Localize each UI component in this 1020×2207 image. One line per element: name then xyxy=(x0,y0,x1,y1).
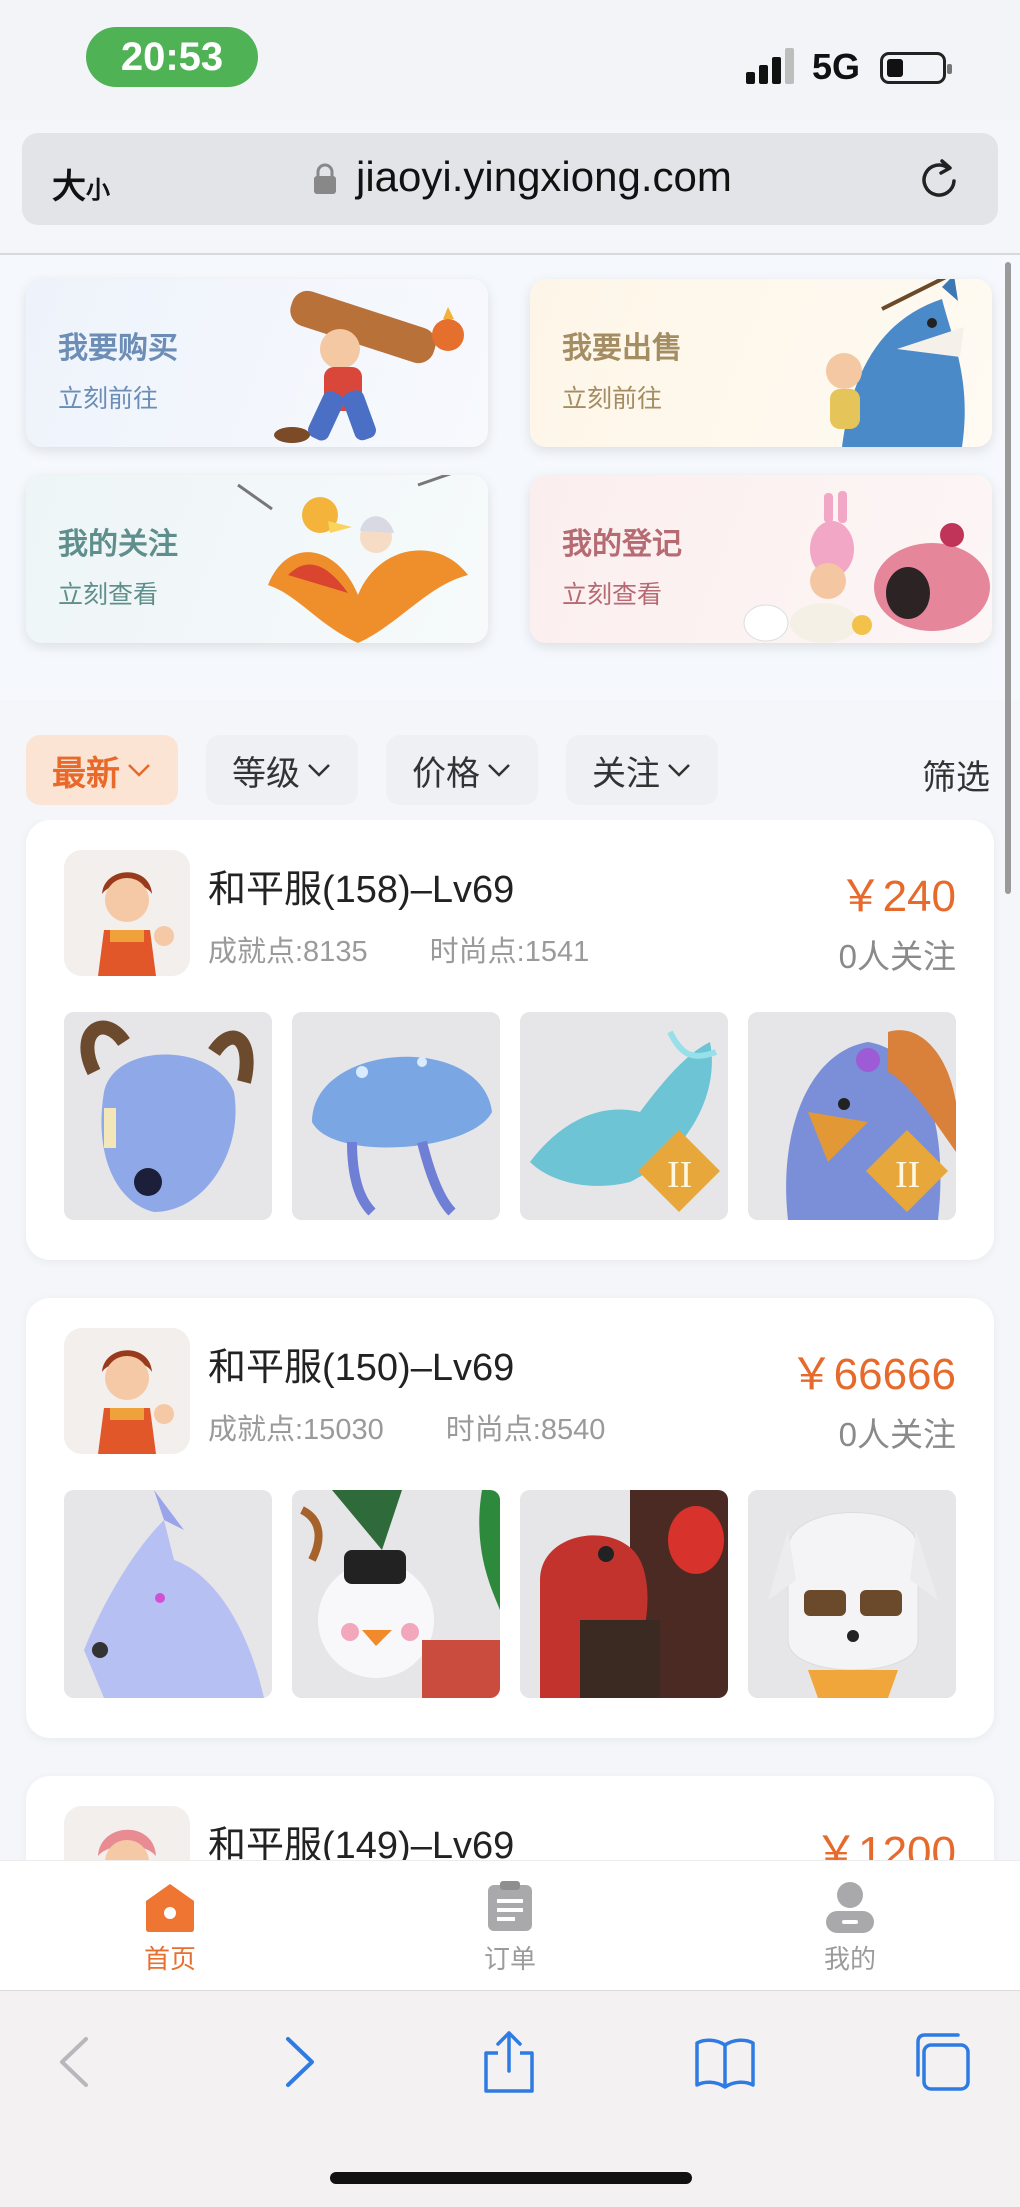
status-bar: 20:53 5G xyxy=(0,0,1020,120)
listing-server: 和平服(149)–Lv69 xyxy=(208,1825,515,1860)
thumbnail-row: II II xyxy=(64,1012,956,1220)
register-card-subtitle: 立刻查看 xyxy=(562,581,663,609)
reload-icon[interactable] xyxy=(916,157,962,203)
buy-card-title: 我要购买 xyxy=(58,332,178,365)
phoenix-archer-illustration xyxy=(237,475,468,643)
filter-follow-label: 关注 xyxy=(592,754,660,793)
status-time[interactable]: 20:53 xyxy=(86,27,258,87)
avatar xyxy=(64,850,190,976)
bookmarks-icon[interactable] xyxy=(694,2031,756,2093)
tab-mine-label: 我的 xyxy=(823,1944,876,1974)
filter-latest-label: 最新 xyxy=(52,754,120,793)
network-type: 5G xyxy=(812,46,861,87)
mount-thumbnail[interactable] xyxy=(64,1490,272,1698)
mount-thumbnail[interactable] xyxy=(520,1490,728,1698)
filter-follow[interactable]: 关注 xyxy=(566,735,718,805)
shark-illustration xyxy=(826,279,965,447)
cellular-signal-icon xyxy=(746,48,798,84)
listing-server: 和平服(158)–Lv69 xyxy=(208,869,515,911)
tabs-icon[interactable] xyxy=(910,2031,972,2093)
follow-card-title: 我的关注 xyxy=(58,528,178,561)
achievement-points: 成就点:15030 xyxy=(208,1414,384,1446)
user-icon xyxy=(826,1882,874,1933)
mount-thumbnail[interactable]: II xyxy=(520,1012,728,1220)
listing-price: ￥66666 xyxy=(789,1350,956,1399)
back-icon[interactable] xyxy=(46,2031,108,2093)
fashion-points: 时尚点:8540 xyxy=(445,1414,606,1446)
register-card-title: 我的登记 xyxy=(562,528,682,561)
home-indicator[interactable] xyxy=(330,2172,692,2184)
listing-stats: 成就点:15030 时尚点:8540 xyxy=(208,1406,659,1448)
listing-card[interactable]: 和平服(158)–Lv69 成就点:8135 时尚点:1541 ￥240 0人关… xyxy=(26,820,994,1260)
url-text[interactable]: jiaoyi.yingxiong.com xyxy=(356,153,732,201)
thumbnail-row xyxy=(64,1490,956,1698)
tab-home-label: 首页 xyxy=(143,1944,196,1974)
forward-icon[interactable] xyxy=(266,2031,328,2093)
listing-price: ￥1200 xyxy=(814,1828,956,1860)
lock-icon xyxy=(314,163,336,194)
listing-stats: 成就点:8135 时尚点:1541 xyxy=(208,928,643,970)
follow-card[interactable]: 我的关注 立刻查看 xyxy=(26,475,488,643)
tab-orders[interactable]: 订单 xyxy=(450,1881,570,1981)
tab-orders-label: 订单 xyxy=(483,1944,536,1974)
sell-card-subtitle: 立刻前往 xyxy=(562,385,663,413)
filter-screen-button[interactable]: 筛选 xyxy=(922,750,990,799)
text-size-button[interactable]: 大小 xyxy=(52,159,110,208)
mount-thumbnail[interactable] xyxy=(292,1490,500,1698)
mount-thumbnail[interactable] xyxy=(292,1012,500,1220)
register-card[interactable]: 我的登记 立刻查看 xyxy=(530,475,992,643)
listing-follows: 0人关注 xyxy=(838,1416,956,1453)
fashion-points: 时尚点:1541 xyxy=(429,936,590,968)
filter-price[interactable]: 价格 xyxy=(386,735,538,805)
achievement-points: 成就点:8135 xyxy=(208,936,368,968)
text-size-large: 大 xyxy=(52,168,86,206)
chevron-down-icon xyxy=(488,764,510,777)
buy-card[interactable]: 我要购买 立刻前往 xyxy=(26,279,488,447)
lumberjack-illustration xyxy=(274,290,464,443)
listing-server: 和平服(150)–Lv69 xyxy=(208,1347,515,1389)
filter-level-label: 等级 xyxy=(232,754,300,793)
scrollbar[interactable] xyxy=(1005,262,1011,894)
listing-follows: 0人关注 xyxy=(838,938,956,975)
share-icon[interactable] xyxy=(478,2031,540,2093)
entry-section: 我要购买 立刻前往 我要出售 立刻前往 我的关注 立刻查看 我的登记 立刻查看 xyxy=(0,255,1020,700)
battery-icon xyxy=(880,52,952,84)
follow-card-subtitle: 立刻查看 xyxy=(58,581,159,609)
chevron-down-icon xyxy=(668,764,690,777)
avatar xyxy=(64,1806,190,1860)
chevron-down-icon xyxy=(128,764,150,777)
buy-card-subtitle: 立刻前往 xyxy=(58,385,159,413)
sell-card[interactable]: 我要出售 立刻前往 xyxy=(530,279,992,447)
tab-home[interactable]: 首页 xyxy=(110,1881,230,1981)
bottom-tab-bar: 首页 订单 我的 xyxy=(0,1860,1020,1990)
text-size-small: 小 xyxy=(86,177,110,204)
clipboard-icon xyxy=(488,1881,532,1931)
svg-text:II: II xyxy=(667,1154,692,1196)
listing-card[interactable]: 和平服(149)–Lv69 ￥1200 xyxy=(26,1776,994,1860)
avatar xyxy=(64,1328,190,1454)
home-icon xyxy=(146,1884,194,1932)
sell-card-title: 我要出售 xyxy=(562,332,682,365)
pets-illustration xyxy=(743,491,990,643)
tab-mine[interactable]: 我的 xyxy=(790,1881,910,1981)
listing-list: 和平服(158)–Lv69 成就点:8135 时尚点:1541 ￥240 0人关… xyxy=(0,820,1020,1860)
filter-latest[interactable]: 最新 xyxy=(26,735,178,805)
filter-bar: 最新 等级 价格 关注 筛选 xyxy=(0,700,1020,830)
filter-level[interactable]: 等级 xyxy=(206,735,358,805)
listing-card[interactable]: 和平服(150)–Lv69 成就点:15030 时尚点:8540 ￥66666 … xyxy=(26,1298,994,1738)
mount-thumbnail[interactable] xyxy=(748,1490,956,1698)
address-bar[interactable]: 大小 jiaoyi.yingxiong.com xyxy=(22,133,998,225)
mount-thumbnail[interactable]: II xyxy=(748,1012,956,1220)
listing-price: ￥240 xyxy=(838,872,956,921)
mount-thumbnail[interactable] xyxy=(64,1012,272,1220)
chevron-down-icon xyxy=(308,764,330,777)
svg-text:II: II xyxy=(895,1154,920,1196)
filter-price-label: 价格 xyxy=(412,754,480,793)
